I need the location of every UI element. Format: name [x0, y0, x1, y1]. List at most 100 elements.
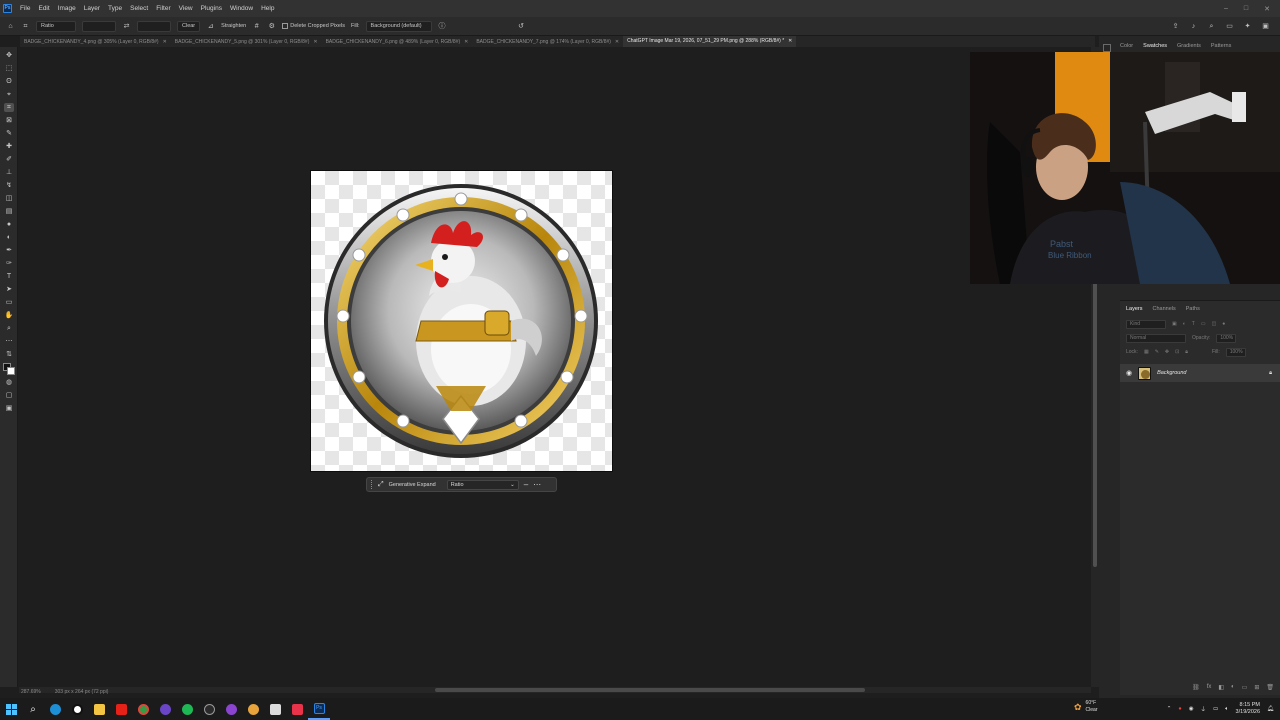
link-layers-icon[interactable]: ⛓ [1192, 684, 1200, 691]
menu-edit[interactable]: Edit [34, 5, 53, 12]
notepad-icon[interactable] [264, 698, 286, 720]
adjustment-layer-icon[interactable]: ◐ [1231, 684, 1235, 691]
workspace-icon[interactable]: ▭ [1225, 22, 1234, 31]
menu-view[interactable]: View [175, 5, 197, 12]
dodge-tool-icon[interactable]: ◐ [4, 233, 14, 242]
chrome-icon[interactable] [220, 698, 242, 720]
eraser-tool-icon[interactable]: ◫ [4, 194, 14, 203]
layer-style-icon[interactable]: fx [1207, 684, 1212, 691]
filter-type-icon[interactable]: T [1192, 321, 1195, 327]
crop-tool-icon[interactable]: ⌗ [21, 22, 30, 31]
tab-close-icon[interactable]: ✕ [313, 39, 317, 45]
photoshop-taskbar-icon[interactable]: Ps [308, 698, 330, 720]
spotify-icon[interactable] [176, 698, 198, 720]
workspace-switcher-icon[interactable]: ▣ [1261, 22, 1270, 31]
overlay-grid-icon[interactable]: # [252, 22, 261, 31]
quick-mask-icon[interactable]: ◍ [4, 378, 14, 387]
fill-select[interactable]: Background (default) [365, 20, 432, 32]
tab-color[interactable]: Color [1120, 43, 1133, 49]
new-layer-icon[interactable]: ⊞ [1254, 684, 1259, 691]
delete-layer-icon[interactable]: 🗑︎ [1266, 684, 1274, 691]
type-tool-icon[interactable]: T [4, 272, 14, 281]
filter-shape-icon[interactable]: ▭ [1201, 321, 1206, 327]
tab-close-icon[interactable]: ✕ [163, 39, 167, 45]
straighten-label[interactable]: Straighten [221, 23, 246, 29]
lock-all-icon[interactable]: 🔒︎ [1185, 349, 1188, 355]
swap-icon[interactable]: ⇄ [122, 22, 131, 31]
tab-swatches[interactable]: Swatches [1143, 43, 1167, 49]
path-select-tool-icon[interactable]: ➤ [4, 285, 14, 294]
filter-adjustment-icon[interactable]: ◐ [1183, 321, 1186, 327]
visibility-eye-icon[interactable]: ◉ [1126, 369, 1132, 377]
drag-handle[interactable] [371, 480, 373, 489]
tab-layers[interactable]: Layers [1126, 306, 1143, 312]
tab-close-icon[interactable]: ✕ [464, 39, 468, 45]
menu-layer[interactable]: Layer [80, 5, 104, 12]
usb-icon[interactable]: ⏚ [1201, 705, 1207, 713]
crop-tool-icon[interactable]: ⌗ [4, 103, 14, 112]
delete-cropped-checkbox[interactable] [282, 23, 289, 29]
reset-icon[interactable]: ↺ [517, 22, 526, 31]
hand-tool-icon[interactable]: ✋ [4, 311, 14, 320]
panel-collapse-icon[interactable] [1103, 44, 1111, 52]
network-icon[interactable]: ▭ [1213, 706, 1218, 712]
history-brush-icon[interactable]: ↯ [4, 181, 14, 190]
lock-move-icon[interactable]: ✥ [1165, 349, 1169, 355]
lock-artboard-icon[interactable]: ⊡ [1175, 349, 1179, 355]
lock-brush-icon[interactable]: ✎ [1155, 349, 1159, 355]
clock[interactable]: 8:15 PM 3/19/2026 [1236, 702, 1260, 716]
obs-icon[interactable] [154, 698, 176, 720]
lock-transparent-icon[interactable]: ▦ [1144, 349, 1149, 355]
app-icon[interactable] [198, 698, 220, 720]
lasso-tool-icon[interactable]: ʘ [4, 77, 14, 86]
more-options-icon[interactable]: ⋯ [533, 480, 541, 489]
filter-toggle-icon[interactable]: ● [1222, 321, 1225, 327]
ratio-height-field[interactable] [137, 20, 171, 32]
background-color-swatch[interactable] [7, 367, 15, 375]
eyedropper-tool-icon[interactable]: ✎ [4, 129, 14, 138]
delete-cropped-toggle[interactable]: Delete Cropped Pixels [282, 23, 345, 29]
tab-close-icon[interactable]: ✕ [788, 36, 792, 47]
menu-select[interactable]: Select [126, 5, 152, 12]
marquee-tool-icon[interactable]: ⬚ [4, 64, 14, 73]
close-icon[interactable]: ✕ [1264, 5, 1270, 13]
menu-help[interactable]: Help [257, 5, 278, 12]
minus-icon[interactable]: – [524, 480, 528, 489]
volume-icon[interactable]: 🔈︎ [1225, 706, 1228, 713]
menu-filter[interactable]: Filter [152, 5, 174, 12]
document-tab[interactable]: BADGE_CHICKENANDY_6.png @ 489% (Layer 0,… [322, 39, 473, 45]
chrome-tray-icon[interactable]: ● [1178, 706, 1181, 712]
document-canvas[interactable] [310, 170, 613, 472]
add-mask-icon[interactable]: ◧ [1218, 684, 1224, 691]
edge-browser-icon[interactable] [44, 698, 66, 720]
opacity-field[interactable]: 100% [1216, 333, 1237, 343]
tab-close-icon[interactable]: ✕ [615, 39, 619, 45]
maximize-icon[interactable]: □ [1244, 5, 1248, 13]
edit-toolbar-icon[interactable]: ▣ [4, 404, 14, 413]
zoom-level[interactable]: 287.69% [21, 689, 41, 698]
search-icon[interactable]: ⌕ [22, 698, 44, 720]
menu-plugins[interactable]: Plugins [197, 5, 226, 12]
search-icon[interactable]: ⌕ [1207, 22, 1216, 31]
home-icon[interactable]: ⌂ [6, 22, 15, 31]
info-icon[interactable]: ⓘ [438, 22, 447, 31]
weather-widget[interactable]: ✿ 60°F Clear [1074, 700, 1098, 714]
menu-type[interactable]: Type [104, 5, 126, 12]
blend-mode-select[interactable]: Normal [1126, 333, 1186, 343]
brush-tool-icon[interactable]: ✐ [4, 155, 14, 164]
menu-window[interactable]: Window [226, 5, 257, 12]
tab-paths[interactable]: Paths [1186, 306, 1200, 312]
blur-tool-icon[interactable]: ● [4, 220, 14, 229]
tab-channels[interactable]: Channels [1153, 306, 1176, 312]
document-tab-active[interactable]: ChatGPT Image Mar 19, 2026, 07_51_29 PM.… [623, 36, 797, 47]
document-tab[interactable]: BADGE_CHICKENANDY_7.png @ 174% (Layer 0,… [472, 39, 623, 45]
move-tool-icon[interactable]: ✥ [4, 51, 14, 60]
filter-pixel-icon[interactable]: ▣ [1172, 321, 1177, 327]
document-tab[interactable]: BADGE_CHICKENANDY_4.png @ 305% (Layer 0,… [20, 39, 171, 45]
more-tools-icon[interactable]: ⋯ [4, 337, 14, 346]
file-explorer-icon[interactable] [88, 698, 110, 720]
clone-stamp-icon[interactable]: ⊥ [4, 168, 14, 177]
app-tray-icon[interactable]: ◉ [1189, 706, 1194, 712]
new-group-icon[interactable]: ▭ [1242, 684, 1248, 691]
chrome-icon[interactable] [132, 698, 154, 720]
